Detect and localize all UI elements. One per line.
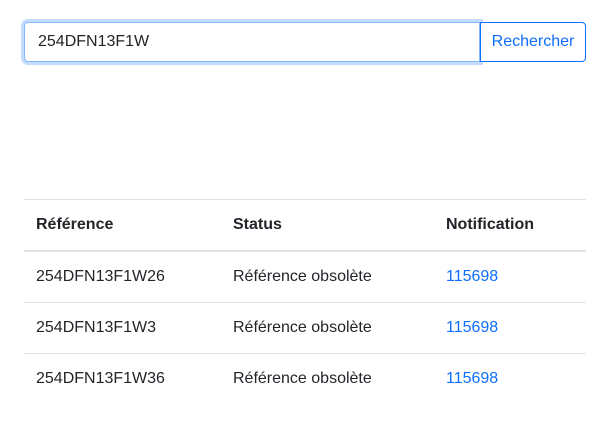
cell-status: Référence obsolète — [221, 302, 434, 354]
cell-status: Référence obsolète — [233, 370, 372, 387]
table-row: 254DFN13F1W26 Référence obsolète 115698 — [24, 251, 586, 303]
table-header-row: Référence Status Notification — [24, 199, 586, 252]
table-row: 254DFN13F1W3 Référence obsolète 115698 — [24, 302, 586, 354]
cell-notification: 115698 — [434, 302, 586, 354]
notification-link[interactable]: 115698 — [446, 319, 498, 336]
results-table: Référence Status Notification 254DFN13F1… — [24, 199, 586, 404]
column-header-reference: Référence — [24, 199, 221, 252]
cell-reference: 254DFN13F1W36 — [36, 370, 165, 387]
search-button[interactable]: Rechercher — [480, 22, 586, 62]
notification-link[interactable]: 115698 — [446, 370, 498, 387]
table-row: 254DFN13F1W36 Référence obsolète 115698 — [24, 354, 586, 405]
notification-link[interactable]: 115698 — [446, 268, 498, 285]
search-bar: Rechercher — [24, 22, 586, 62]
cell-notification: 115698 — [434, 354, 586, 405]
column-header-status: Status — [221, 199, 434, 252]
cell-notification: 115698 — [434, 251, 586, 303]
cell-reference: 254DFN13F1W26 — [24, 251, 221, 303]
cell-reference: 254DFN13F1W3 — [24, 302, 221, 354]
column-header-notification: Notification — [434, 199, 586, 252]
search-input[interactable] — [24, 22, 480, 62]
cell-status: Référence obsolète — [221, 251, 434, 303]
